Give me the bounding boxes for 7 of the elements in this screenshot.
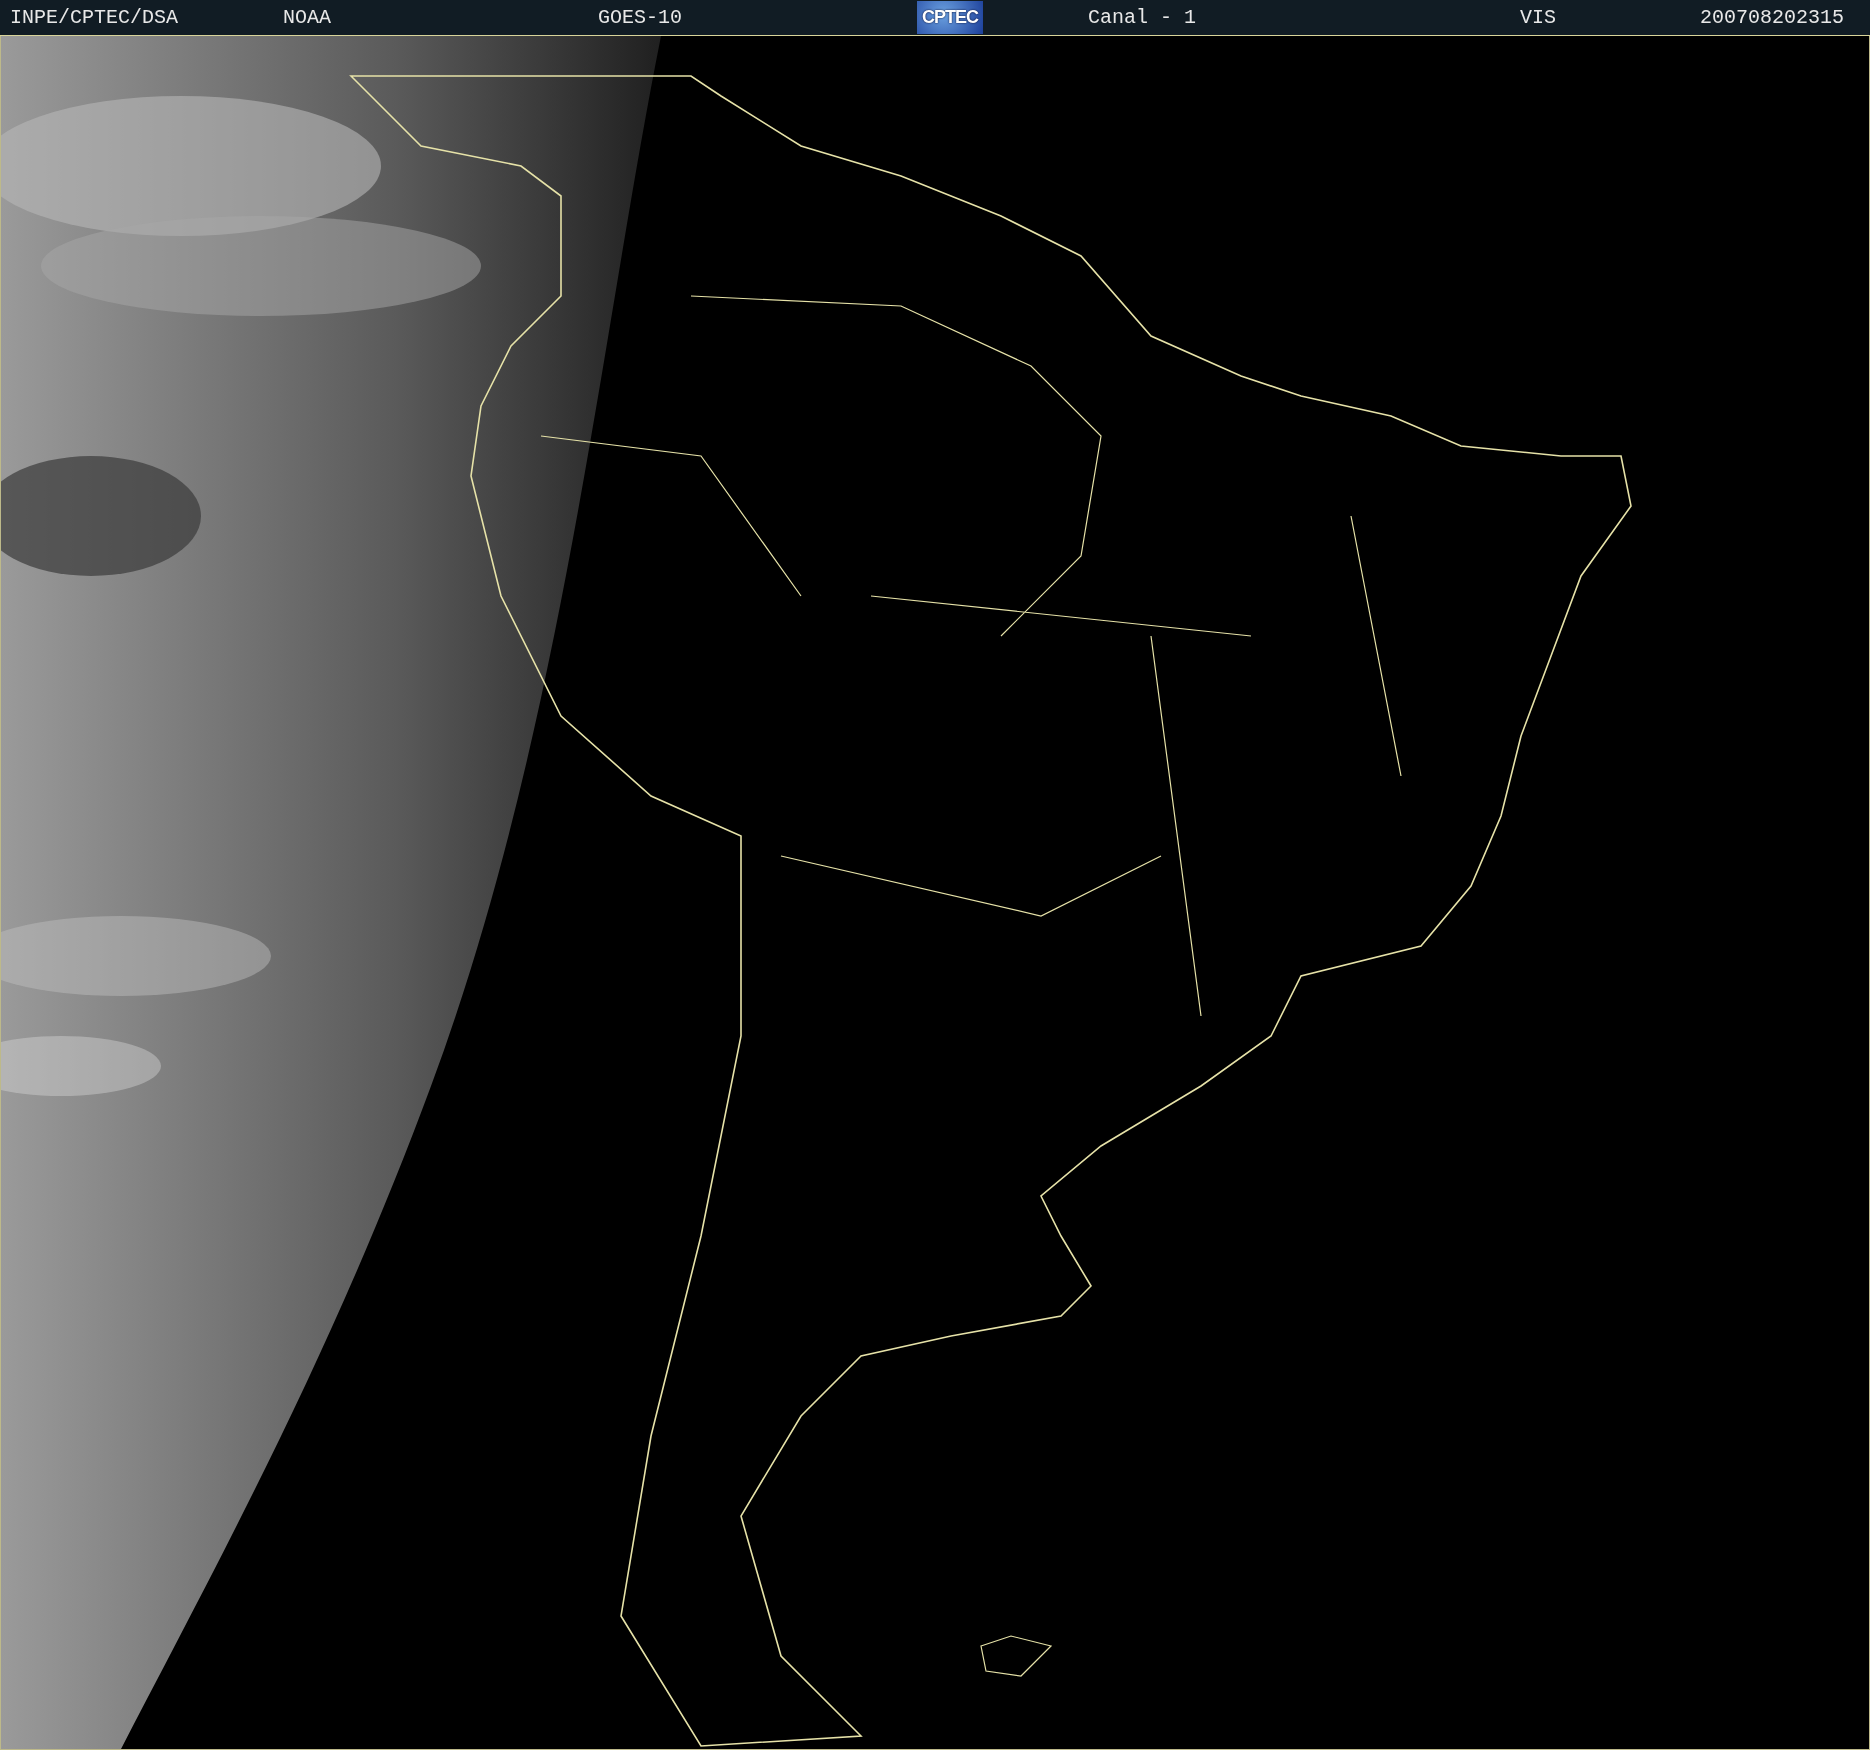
header-label: GOES-10 bbox=[598, 6, 682, 29]
logo: CPTEC bbox=[917, 1, 983, 34]
header-label: VIS bbox=[1520, 6, 1556, 29]
header-label: NOAA bbox=[283, 6, 331, 29]
header-label: Canal - 1 bbox=[1088, 6, 1196, 29]
header-label: 200708202315 bbox=[1700, 6, 1844, 29]
header-label: INPE/CPTEC/DSA bbox=[10, 6, 179, 29]
